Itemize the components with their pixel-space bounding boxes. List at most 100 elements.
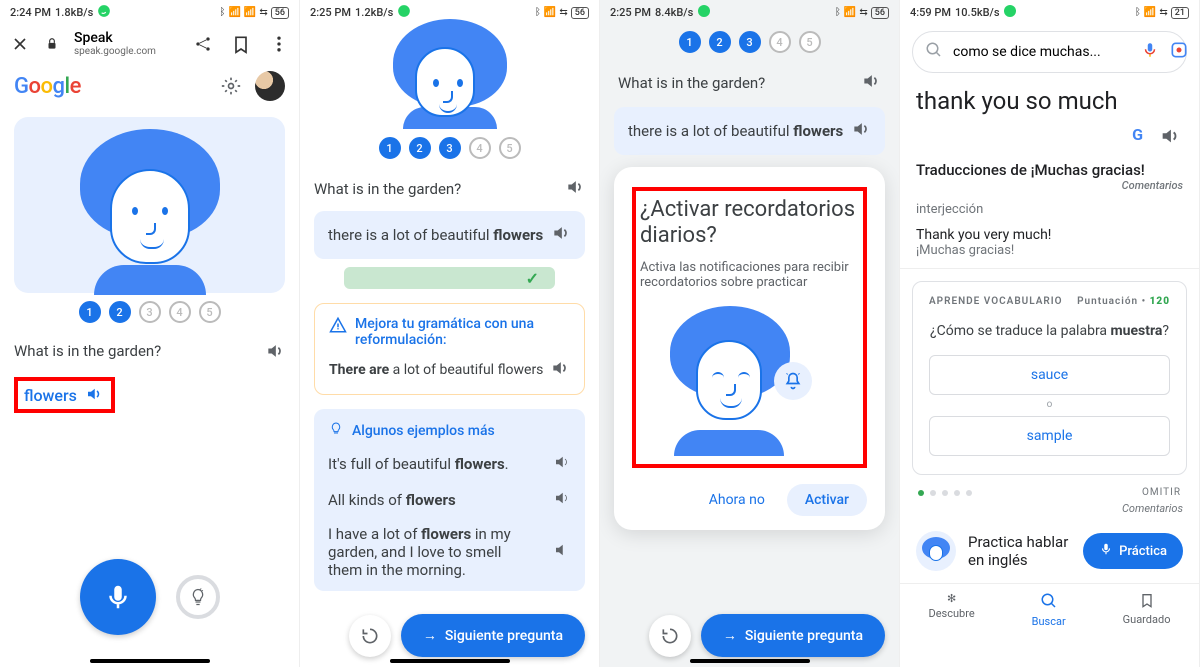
screen-4-google-translate: 4:59 PM10.5kB/s ᛒ📶⇆21 thank you so much … [900, 0, 1200, 667]
lens-icon[interactable] [1169, 40, 1189, 64]
activate-button[interactable]: Activar [787, 484, 867, 516]
practice-title: Practica hablar [968, 533, 1068, 551]
screen-2-feedback: 2:25 PM1.2kB/s ᛒ📶⇆56 1 2 3 4 5 What is i… [300, 0, 600, 667]
step-1[interactable]: 1 [79, 301, 101, 323]
speaker-icon[interactable] [1159, 125, 1181, 151]
share-icon[interactable] [193, 34, 213, 54]
nav-search[interactable]: Buscar [1032, 592, 1066, 628]
nav-discover[interactable]: ✻Descubre [928, 592, 974, 628]
speaker-icon[interactable] [861, 71, 881, 95]
feedback-link-2[interactable]: Comentarios [1122, 502, 1183, 515]
step-3[interactable]: 3 [739, 31, 761, 53]
browser-address-bar: Speak speak.google.com [0, 25, 299, 63]
speaker-icon[interactable] [553, 453, 571, 475]
sparkle-icon: ✻ [947, 592, 956, 605]
screen-3-reminder-modal: 2:25 PM8.4kB/s ᛒ📶⇆56 1 2 3 4 5 What is i… [600, 0, 900, 667]
status-bar: 2:25 PM8.4kB/s ᛒ📶⇆56 [600, 0, 899, 25]
search-bar[interactable] [912, 31, 1187, 73]
close-icon[interactable] [10, 34, 30, 54]
whatsapp-icon [697, 4, 711, 21]
examples-card: Algunos ejemplos más It's full of beauti… [314, 409, 585, 591]
step-1[interactable]: 1 [679, 31, 701, 53]
step-2[interactable]: 2 [109, 301, 131, 323]
step-2[interactable]: 2 [409, 137, 431, 159]
net-speed: 1.8kB/s [55, 6, 93, 19]
example-3: I have a lot of flowers in my garden, an… [328, 525, 571, 579]
step-3: 3 [139, 301, 161, 323]
vocab-option-2[interactable]: sample [929, 416, 1170, 456]
next-question-button[interactable]: →Siguiente pregunta [401, 614, 585, 657]
mic-icon[interactable] [1141, 41, 1159, 63]
speaker-icon[interactable] [851, 119, 871, 143]
character-card [14, 117, 285, 293]
gesture-bar [690, 659, 810, 663]
search-input[interactable] [953, 44, 1131, 60]
speaker-icon[interactable] [551, 223, 571, 247]
gesture-bar [90, 659, 210, 663]
signal-icon: 📶 [228, 7, 240, 18]
battery-level: 56 [871, 7, 889, 19]
tip-correction-bold: There are [329, 362, 389, 378]
settings-gear-icon[interactable] [221, 76, 241, 96]
microphone-button[interactable] [80, 559, 156, 635]
step-4: 4 [769, 31, 791, 53]
reminder-modal: ¿Activar recordatorios diarios? Activa l… [614, 167, 885, 530]
character-mini [300, 19, 599, 129]
speaker-icon[interactable] [565, 177, 585, 201]
search-icon [925, 41, 943, 63]
step-1[interactable]: 1 [379, 137, 401, 159]
speaker-icon[interactable] [553, 541, 571, 563]
modal-illustration [660, 306, 840, 456]
search-icon [1040, 592, 1058, 613]
speaker-icon[interactable] [265, 341, 285, 361]
not-now-button[interactable]: Ahora no [697, 484, 777, 516]
clock: 2:24 PM [10, 6, 51, 19]
bluetooth-icon: ᛒ [535, 7, 541, 18]
lightbulb-icon [328, 421, 344, 441]
battery-level: 56 [271, 7, 289, 19]
step-3[interactable]: 3 [439, 137, 461, 159]
modal-title: ¿Activar recordatorios diarios? [640, 197, 859, 250]
grammar-tip-box: Mejora tu gramática con una reformulació… [314, 303, 585, 395]
speaker-icon[interactable] [553, 489, 571, 511]
example-2: All kinds of flowers [328, 489, 571, 511]
bookmark-icon[interactable] [231, 34, 251, 54]
vocab-option-1[interactable]: sauce [929, 355, 1170, 395]
mic-icon [1099, 542, 1113, 560]
progress-dots: 1 2 3 4 5 [0, 301, 299, 323]
speaker-icon[interactable] [550, 358, 570, 382]
practice-button[interactable]: Práctica [1083, 533, 1183, 569]
vocab-quiz-card: APRENDE VOCABULARIO Puntuación • 120 ¿Có… [912, 281, 1187, 475]
refresh-button[interactable] [649, 615, 691, 657]
hint-button[interactable] [176, 575, 220, 619]
net-speed: 10.5kB/s [955, 6, 999, 19]
practice-avatar [916, 531, 956, 571]
next-question-button[interactable]: →Siguiente pregunta [701, 614, 885, 657]
google-header: Google [0, 63, 299, 109]
speaker-icon[interactable] [85, 385, 105, 405]
answer-keyword: flowers [493, 226, 543, 244]
page-url: speak.google.com [74, 46, 156, 57]
profile-avatar[interactable] [255, 71, 285, 101]
question-row: What is in the garden? [314, 177, 585, 201]
user-answer-card: there is a lot of beautiful flowers [314, 211, 585, 259]
net-speed: 1.2kB/s [355, 6, 393, 19]
pager-dots [918, 490, 972, 496]
vocab-question: ¿Cómo se traduce la palabra muestra? [929, 323, 1170, 339]
question-text: What is in the garden? [314, 180, 461, 198]
whatsapp-icon [1003, 4, 1017, 21]
step-2[interactable]: 2 [709, 31, 731, 53]
feedback-link[interactable]: Comentarios [1122, 179, 1183, 192]
step-5: 5 [199, 301, 221, 323]
refresh-button[interactable] [349, 615, 391, 657]
question-text: What is in the garden? [14, 342, 161, 360]
bookmark-icon [1139, 592, 1155, 611]
whatsapp-icon [97, 4, 111, 21]
skip-link[interactable]: OMITIR [1142, 487, 1181, 498]
battery-level: 21 [1171, 7, 1189, 19]
menu-dots-icon[interactable] [269, 34, 289, 54]
status-bar: 4:59 PM10.5kB/s ᛒ📶⇆21 [900, 0, 1199, 25]
step-5: 5 [499, 137, 521, 159]
vocab-score: 120 [1150, 296, 1170, 307]
nav-saved[interactable]: Guardado [1123, 592, 1171, 628]
